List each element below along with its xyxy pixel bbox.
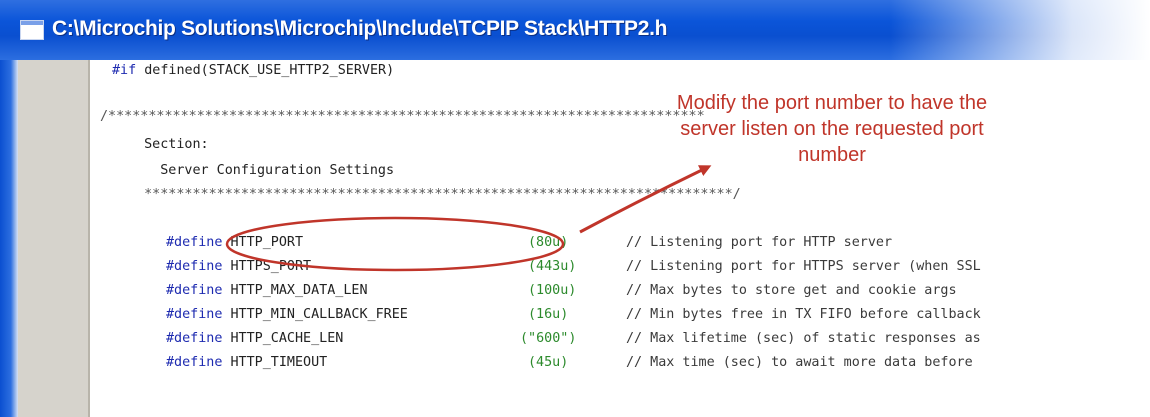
annotation-overlay — [225, 165, 712, 272]
editor-window: C:\Microchip Solutions\Microchip\Include… — [0, 0, 1150, 417]
annotation-arrow — [579, 165, 712, 234]
highlight-ellipse — [225, 216, 565, 272]
